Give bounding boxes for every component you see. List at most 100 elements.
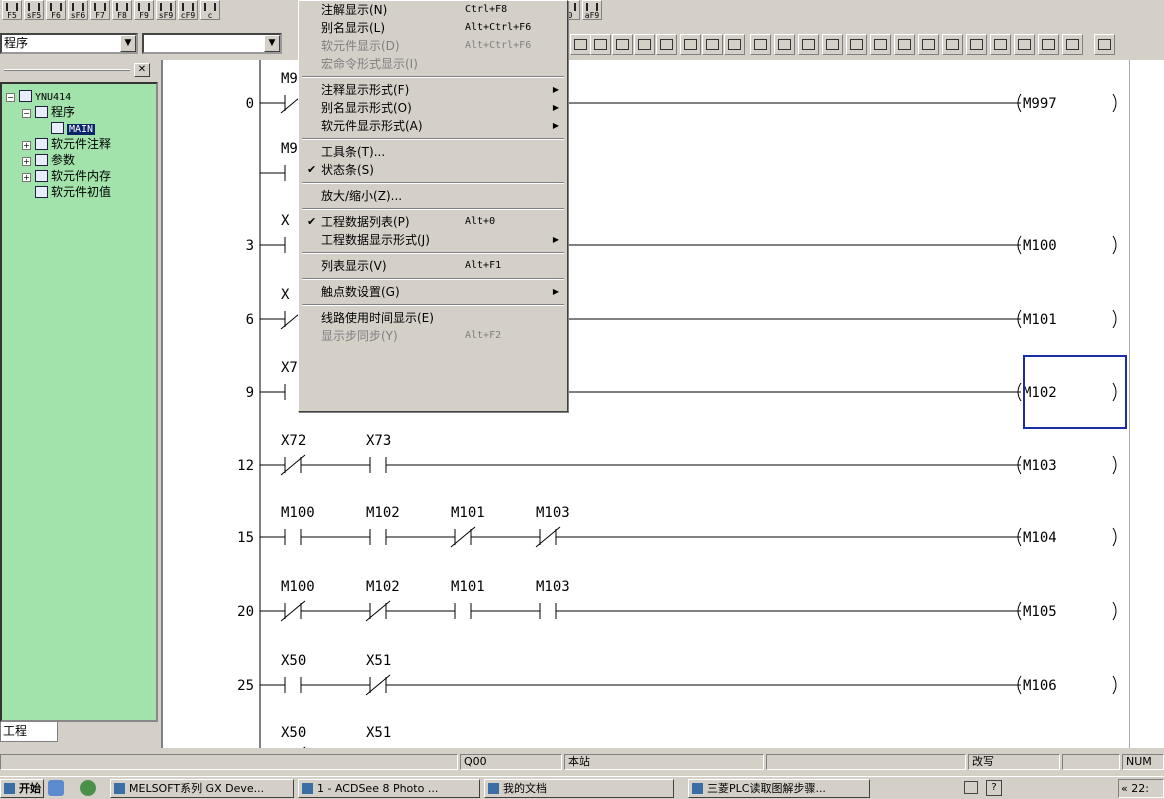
toolbar-tool-icon[interactable]	[1038, 34, 1059, 55]
program-folder-icon	[35, 106, 48, 118]
menu-item-6[interactable]: 别名显示形式(O) ▶	[301, 99, 565, 117]
toolbar-tool-icon[interactable]	[1094, 34, 1115, 55]
tab-project[interactable]: 工程	[0, 722, 58, 742]
menu-separator	[302, 252, 564, 254]
tree-item-1[interactable]: − 程序	[22, 104, 75, 120]
toolbar-tool-icon[interactable]	[774, 34, 795, 55]
coil-label: M103	[1023, 458, 1057, 474]
taskbar-item[interactable]: 三菱PLC读取图解步骤...	[688, 779, 870, 798]
toolbar-tool-icon[interactable]	[1062, 34, 1083, 55]
toolbar-tool-icon[interactable]	[966, 34, 987, 55]
tree-item-3[interactable]: + 软元件注释	[22, 136, 111, 152]
printer-icon[interactable]	[964, 781, 978, 794]
contact-gap	[285, 677, 301, 693]
menu-item-label: 别名显示形式(O)	[321, 101, 412, 115]
collapse-icon[interactable]: −	[6, 93, 15, 102]
browser-icon[interactable]	[80, 780, 96, 796]
toolbar-tool-icon[interactable]	[846, 34, 867, 55]
collapse-icon[interactable]: −	[22, 109, 31, 118]
toolbar-tool-icon[interactable]	[750, 34, 771, 55]
contact-gap	[370, 529, 386, 545]
toolbar-tool-icon[interactable]	[702, 34, 723, 55]
toolbar-tool-icon[interactable]	[918, 34, 939, 55]
fkey-button-f5[interactable]: F5	[2, 0, 22, 20]
toolbar-tool-icon[interactable]	[590, 34, 611, 55]
tree-item-4[interactable]: + 参数	[22, 152, 75, 168]
expand-icon[interactable]: +	[22, 157, 31, 166]
fkey-button-f6[interactable]: F6	[46, 0, 66, 20]
menu-item-5[interactable]: 注释显示形式(F) ▶	[301, 81, 565, 99]
tray-expand-icon[interactable]: «	[1121, 782, 1128, 795]
toolbar-tool-icon[interactable]	[680, 34, 701, 55]
menu-item-1[interactable]: 别名显示(L) Alt+Ctrl+F6	[301, 19, 565, 37]
step-number: 6	[246, 312, 254, 328]
program-name-select[interactable]: ▼	[142, 33, 282, 54]
quicklaunch-icon[interactable]	[48, 780, 64, 796]
menu-item-14[interactable]: ✔ 工程数据列表(P) Alt+0	[301, 213, 565, 231]
fkey-button-f9[interactable]: F9	[134, 0, 154, 20]
status-cpu: Q00	[460, 754, 562, 770]
toolbar-tool-icon[interactable]	[656, 34, 677, 55]
expand-icon[interactable]: +	[22, 173, 31, 182]
chevron-down-icon[interactable]: ▼	[264, 35, 280, 52]
menu-item-12[interactable]: 放大/缩小(Z)...	[301, 187, 565, 205]
help-icon[interactable]: ?	[986, 780, 1002, 796]
plc-icon	[19, 90, 32, 102]
toolbar-tool-icon[interactable]	[724, 34, 745, 55]
fkey-button-f8[interactable]: F8	[112, 0, 132, 20]
toolbar-tool-icon[interactable]	[822, 34, 843, 55]
fkey-button-c[interactable]: c	[200, 0, 220, 20]
contact-gap	[455, 603, 471, 619]
menu-item-7[interactable]: 软元件显示形式(A) ▶	[301, 117, 565, 135]
coil-right-bracket	[1112, 455, 1117, 475]
fkey-button-af9[interactable]: aF9	[582, 0, 602, 20]
fkey-button-sf6[interactable]: sF6	[68, 0, 88, 20]
toolbar-tool-icon[interactable]	[990, 34, 1011, 55]
menu-item-0[interactable]: 注解显示(N) Ctrl+F8	[301, 1, 565, 19]
taskbar-item[interactable]: 我的文档	[484, 779, 674, 798]
toolbar-tool-icon[interactable]	[798, 34, 819, 55]
taskbar-item[interactable]: MELSOFT系列 GX Deve...	[110, 779, 294, 798]
toolbar-tool-icon[interactable]	[570, 34, 591, 55]
main-toolbar: 程序 ▼ ▼	[0, 30, 1164, 60]
contact-label: X51	[366, 653, 391, 669]
menu-item-15[interactable]: 工程数据显示形式(J) ▶	[301, 231, 565, 249]
fkey-button-cf9[interactable]: cF9	[178, 0, 198, 20]
contact-label: M100	[281, 505, 315, 521]
menu-item-17[interactable]: 列表显示(V) Alt+F1	[301, 257, 565, 275]
tree-item-0[interactable]: − YNU414	[6, 88, 71, 104]
taskbar-item[interactable]: 1 - ACDSee 8 Photo ...	[298, 779, 480, 798]
coil-right-bracket	[1112, 527, 1117, 547]
close-icon[interactable]: ✕	[134, 63, 150, 77]
menu-item-9[interactable]: 工具条(T)...	[301, 143, 565, 161]
coil-right-bracket	[1112, 601, 1117, 621]
menu-item-21[interactable]: 线路使用时间显示(E)	[301, 309, 565, 327]
toolbar-tool-icon[interactable]	[870, 34, 891, 55]
submenu-arrow-icon: ▶	[552, 103, 559, 112]
status-empty2	[1062, 754, 1120, 770]
menu-item-label: 放大/缩小(Z)...	[321, 189, 403, 203]
step-number: 25	[237, 678, 254, 694]
toolbar-tool-icon[interactable]	[942, 34, 963, 55]
menu-item-19[interactable]: 触点数设置(G) ▶	[301, 283, 565, 301]
menu-item-3: 宏命令形式显示(I)	[301, 55, 565, 73]
toolbar-tool-icon[interactable]	[1014, 34, 1035, 55]
tree-item-5[interactable]: + 软元件内存	[22, 168, 111, 184]
tree-item-label: 软元件注释	[51, 137, 112, 151]
menu-item-10[interactable]: ✔ 状态条(S)	[301, 161, 565, 179]
toolbar-tool-icon[interactable]	[894, 34, 915, 55]
toolbar-tool-icon[interactable]	[634, 34, 655, 55]
start-button[interactable]: 开始	[0, 779, 44, 798]
fkey-button-sf5[interactable]: sF5	[24, 0, 44, 20]
panel-titlebar[interactable]	[0, 62, 152, 78]
expand-icon[interactable]: +	[22, 141, 31, 150]
program-type-select[interactable]: 程序 ▼	[0, 33, 138, 54]
contact-label: X7	[281, 360, 298, 376]
fkey-button-sf9[interactable]: sF9	[156, 0, 176, 20]
tree-item-6[interactable]: 软元件初值	[22, 184, 111, 200]
menu-item-label: 软元件显示(D)	[321, 39, 400, 53]
toolbar-tool-icon[interactable]	[612, 34, 633, 55]
chevron-down-icon[interactable]: ▼	[120, 35, 136, 52]
fkey-button-f7[interactable]: F7	[90, 0, 110, 20]
tree-item-2[interactable]: MAIN	[38, 120, 96, 136]
